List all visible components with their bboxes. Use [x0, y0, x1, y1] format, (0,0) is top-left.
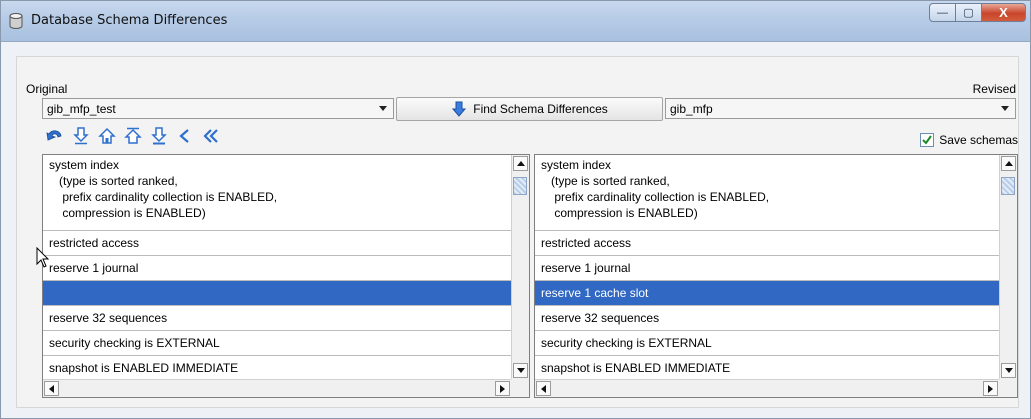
arrow-down-icon [1004, 368, 1013, 373]
maximize-button[interactable]: ▢ [955, 3, 982, 22]
list-item[interactable]: snapshot is ENABLED IMMEDIATE [535, 356, 999, 379]
original-schema-list[interactable]: system index (type is sorted ranked, pre… [43, 155, 511, 379]
original-database-value: gib_mfp_test [47, 101, 116, 116]
original-schema-panel[interactable]: system index (type is sorted ranked, pre… [42, 154, 530, 398]
original-database-select[interactable]: gib_mfp_test [42, 98, 394, 119]
previous-icon [178, 129, 189, 143]
scroll-left-button[interactable] [536, 381, 551, 396]
arrow-down-icon [516, 368, 525, 373]
list-item[interactable]: reserve 32 sequences [43, 306, 511, 331]
list-item[interactable]: security checking is EXTERNAL [43, 331, 511, 356]
arrow-up-icon [1004, 161, 1013, 166]
next-diff-icon [72, 127, 89, 145]
scroll-down-button[interactable] [1001, 363, 1016, 378]
vertical-scrollbar[interactable] [511, 155, 529, 379]
list-item[interactable]: system index (type is sorted ranked, pre… [535, 155, 999, 231]
minimize-icon: — [937, 6, 948, 19]
window-title: Database Schema Differences [31, 13, 228, 28]
scroll-up-button[interactable] [1001, 156, 1016, 171]
scroll-left-button[interactable] [44, 381, 59, 396]
scroll-right-button[interactable] [983, 381, 998, 396]
list-item[interactable]: restricted access [535, 231, 999, 256]
original-label: Original [26, 82, 68, 96]
revised-database-value: gib_mfp [670, 101, 713, 116]
scroll-right-button[interactable] [495, 381, 510, 396]
arrow-right-icon [988, 384, 993, 393]
home-icon [97, 127, 116, 144]
list-item[interactable]: reserve 32 sequences [535, 306, 999, 331]
revised-schema-panel[interactable]: system index (type is sorted ranked, pre… [534, 154, 1018, 398]
arrow-left-icon [49, 384, 54, 393]
find-schema-differences-button[interactable]: Find Schema Differences [396, 97, 663, 121]
chevron-down-icon [1001, 106, 1009, 111]
save-schemas-option[interactable]: Save schemas [920, 133, 1018, 147]
minimize-button[interactable]: — [929, 3, 956, 22]
window-controls: — ▢ X [929, 3, 1026, 22]
scroll-down-button[interactable] [513, 363, 528, 378]
undo-icon [45, 130, 61, 141]
arrow-down-icon [452, 101, 467, 117]
arrow-right-icon [500, 384, 505, 393]
vertical-scrollbar[interactable] [999, 155, 1017, 379]
database-icon [9, 13, 23, 29]
scroll-up-button[interactable] [513, 156, 528, 171]
first-diff-icon [123, 127, 142, 144]
next-difference-button[interactable] [69, 125, 92, 147]
list-item[interactable]: restricted access [43, 231, 511, 256]
last-diff-icon [150, 127, 167, 145]
list-item[interactable]: reserve 1 journal [43, 256, 511, 281]
close-icon: X [999, 5, 1008, 20]
home-button[interactable] [95, 125, 118, 147]
revised-schema-list[interactable]: system index (type is sorted ranked, pre… [535, 155, 999, 379]
list-item[interactable]: system index (type is sorted ranked, pre… [43, 155, 511, 231]
scroll-thumb[interactable] [513, 177, 527, 195]
arrow-left-icon [541, 384, 546, 393]
list-item[interactable]: snapshot is ENABLED IMMEDIATE [43, 356, 511, 379]
previous-button[interactable] [173, 125, 196, 147]
title-bar[interactable]: Database Schema Differences — ▢ X [1, 1, 1030, 42]
horizontal-scrollbar[interactable] [43, 379, 511, 397]
scroll-thumb[interactable] [1001, 177, 1015, 195]
scrollbar-corner [999, 379, 1017, 397]
navigation-toolbar [43, 125, 222, 147]
last-difference-button[interactable] [147, 125, 170, 147]
scrollbar-corner [511, 379, 529, 397]
list-item[interactable]: reserve 1 journal [535, 256, 999, 281]
save-schemas-label: Save schemas [939, 133, 1018, 147]
horizontal-scrollbar[interactable] [535, 379, 999, 397]
maximize-icon: ▢ [963, 7, 974, 19]
revised-database-select[interactable]: gib_mfp [665, 98, 1016, 119]
save-schemas-checkbox[interactable] [920, 133, 935, 147]
find-button-label: Find Schema Differences [473, 102, 608, 116]
chevron-down-icon [379, 106, 387, 111]
first-difference-button[interactable] [121, 125, 144, 147]
arrow-up-icon [516, 161, 525, 166]
checkmark-icon [922, 135, 933, 145]
rewind-icon [202, 129, 218, 143]
list-item-selected[interactable]: reserve 1 cache slot [535, 281, 999, 306]
revised-label: Revised [972, 82, 1016, 96]
list-item-selected[interactable] [43, 281, 511, 306]
rewind-button[interactable] [199, 125, 222, 147]
undo-button[interactable] [43, 125, 66, 147]
mouse-pointer-icon [36, 247, 50, 268]
schema-differences-window: Database Schema Differences — ▢ X Origin… [0, 0, 1031, 419]
close-button[interactable]: X [981, 3, 1026, 22]
list-item[interactable]: security checking is EXTERNAL [535, 331, 999, 356]
